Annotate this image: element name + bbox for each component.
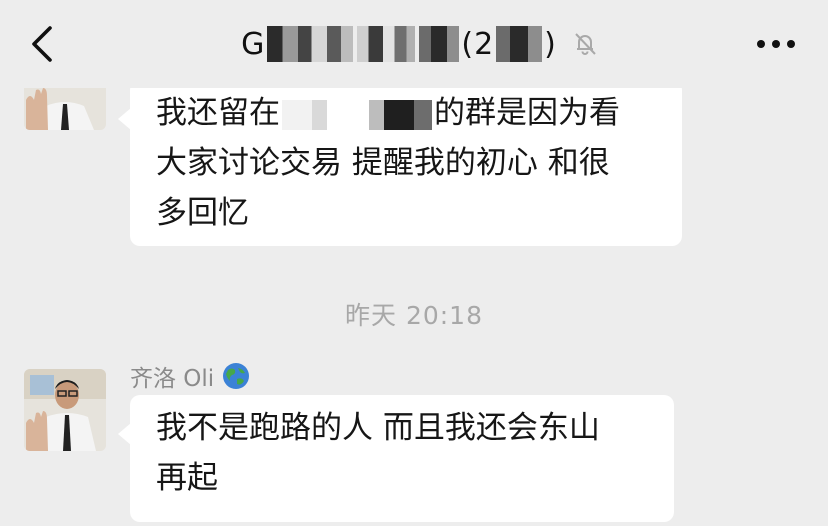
sender-name-text: 齐洛 Oli — [130, 366, 215, 392]
chat-header: G (2 ) — [0, 0, 828, 88]
more-button[interactable] — [754, 30, 798, 58]
chat-screen: G (2 ) 我还留在 的群是因为看 大家讨论交易 提醒我的初心 和很 多回忆 … — [0, 0, 828, 526]
back-button[interactable] — [22, 22, 66, 66]
chat-title-prefix: G — [241, 26, 266, 62]
message-line: 大家讨论交易 提醒我的初心 和很 — [156, 145, 610, 181]
message-bubble[interactable]: 我还留在 的群是因为看 大家讨论交易 提醒我的初心 和很 多回忆 — [118, 80, 682, 246]
bell-slash-icon — [575, 33, 596, 55]
title-redaction — [496, 26, 543, 62]
message-line: 再起 — [156, 460, 218, 496]
title-redaction — [419, 26, 460, 62]
message-line: 我还留在 的群是因为看 — [156, 88, 658, 138]
avatar-image — [24, 369, 106, 451]
chat-member-count-close: ) — [544, 26, 557, 62]
chevron-left-icon — [32, 26, 52, 62]
more-dots-icon — [757, 40, 795, 48]
chat-member-count-open: (2 — [461, 26, 495, 62]
chat-title[interactable]: G (2 ) — [200, 22, 640, 66]
message-line: 我不是跑路的人 而且我还会东山 — [156, 410, 600, 446]
timestamp: 昨天 20:18 — [345, 301, 483, 330]
message-text: 的群是因为看 — [434, 95, 620, 131]
title-redaction — [267, 26, 354, 62]
title-redaction — [357, 26, 416, 62]
message-redaction — [282, 99, 432, 130]
globe-icon — [223, 363, 250, 389]
avatar[interactable] — [24, 369, 106, 451]
sender-name: 齐洛 Oli — [130, 359, 250, 393]
message-text: 我还留在 — [156, 95, 280, 131]
message-bubble[interactable]: 我不是跑路的人 而且我还会东山 再起 — [118, 395, 674, 522]
message-line: 多回忆 — [156, 195, 249, 231]
